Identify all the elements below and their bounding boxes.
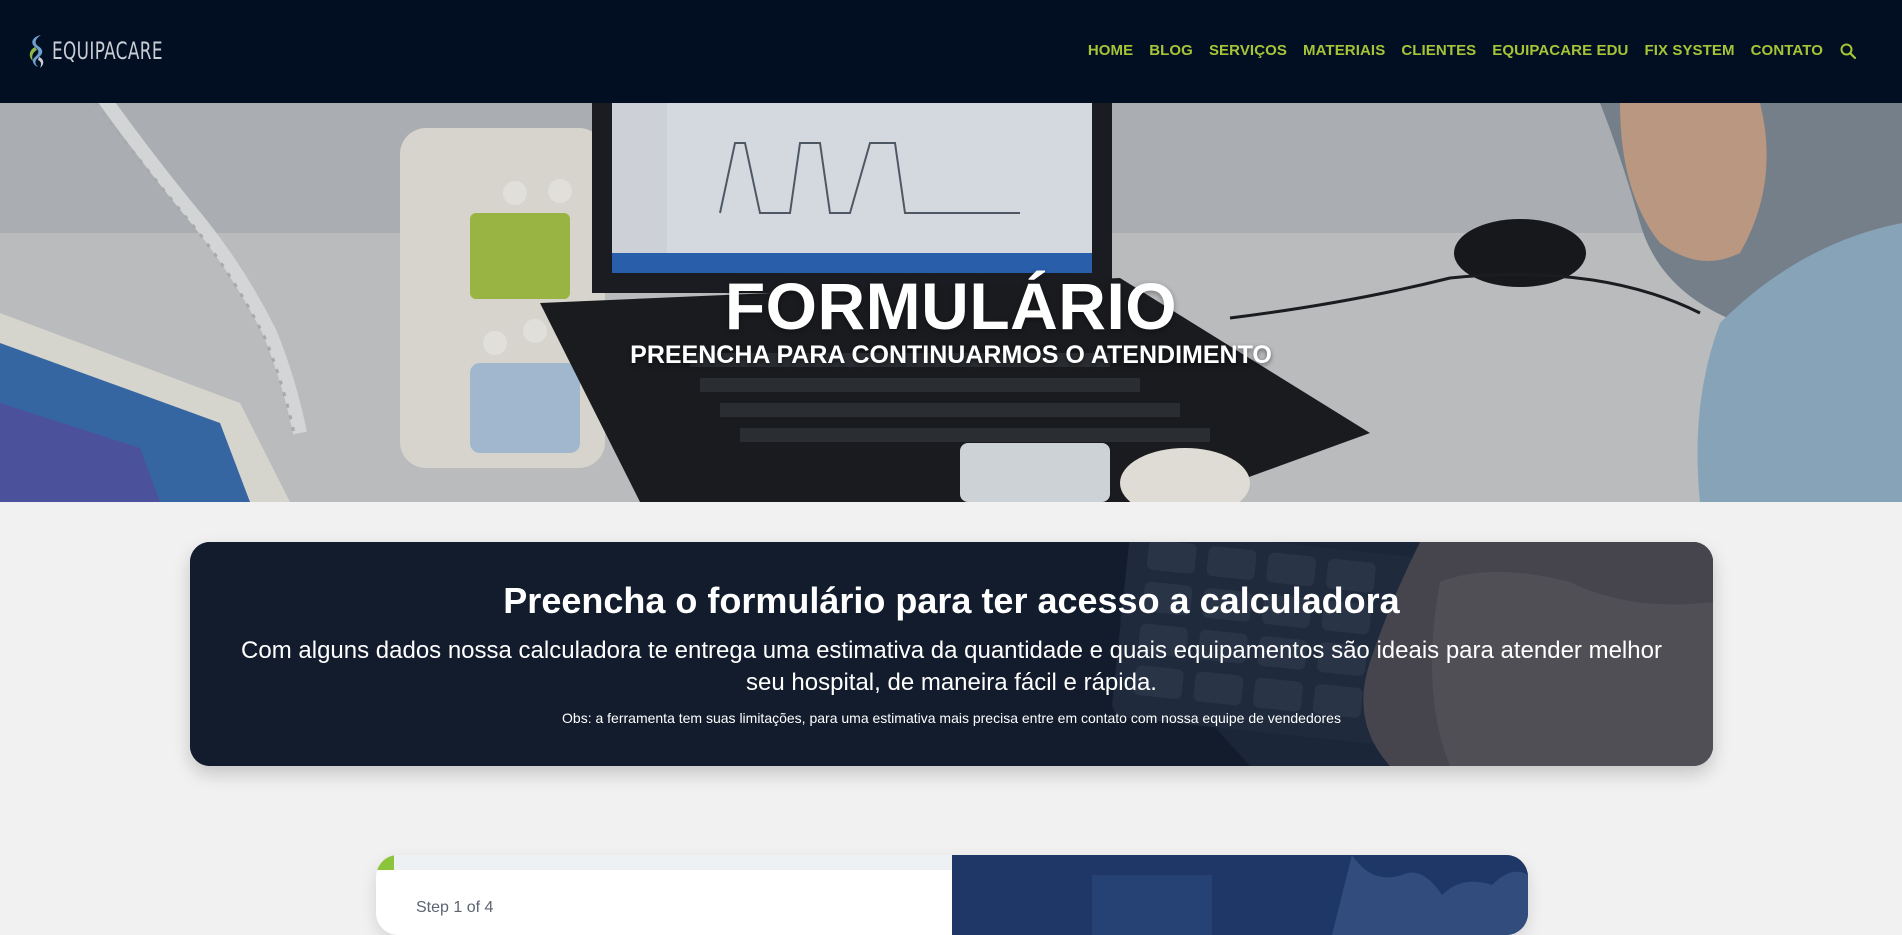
form-side-photo xyxy=(952,855,1528,935)
card-title: Preencha o formulário para ter acesso a … xyxy=(503,580,1400,621)
calculator-info-card: Preencha o formulário para ter acesso a … xyxy=(190,542,1713,766)
site-header: EQUIPACARE HOME BLOG SERVIÇOS MATERIAIS … xyxy=(0,0,1902,103)
nav-materiais[interactable]: MATERIAIS xyxy=(1303,42,1385,59)
progress-bar-fill xyxy=(376,855,394,870)
hero-banner: FORMULÁRIO PREENCHA PARA CONTINUARMOS O … xyxy=(0,103,1902,502)
nav-clientes[interactable]: CLIENTES xyxy=(1401,42,1476,59)
form-side-image xyxy=(952,855,1528,935)
nav-servicos[interactable]: SERVIÇOS xyxy=(1209,42,1287,59)
progress-bar xyxy=(376,855,952,870)
multi-step-form: Step 1 of 4 xyxy=(376,855,1528,935)
logo[interactable]: EQUIPACARE xyxy=(26,33,194,69)
card-note: Obs: a ferramenta tem suas limitações, p… xyxy=(562,710,1341,726)
nav-blog[interactable]: BLOG xyxy=(1149,42,1193,59)
main-nav: HOME BLOG SERVIÇOS MATERIAIS CLIENTES EQ… xyxy=(1072,42,1856,59)
page-subtitle: PREENCHA PARA CONTINUARMOS O ATENDIMENTO xyxy=(630,341,1272,369)
logo-icon xyxy=(29,35,44,68)
step-indicator: Step 1 of 4 xyxy=(416,899,494,916)
nav-fix-system[interactable]: FIX SYSTEM xyxy=(1644,42,1734,59)
logo-text: EQUIPACARE xyxy=(52,37,163,65)
search-icon[interactable] xyxy=(1840,43,1856,59)
page-title: FORMULÁRIO xyxy=(724,269,1178,343)
nav-contato[interactable]: CONTATO xyxy=(1751,42,1823,59)
card-description: Com alguns dados nossa calculadora te en… xyxy=(241,637,1662,696)
nav-home[interactable]: HOME xyxy=(1088,42,1133,59)
nav-equipacare-edu[interactable]: EQUIPACARE EDU xyxy=(1492,42,1628,59)
